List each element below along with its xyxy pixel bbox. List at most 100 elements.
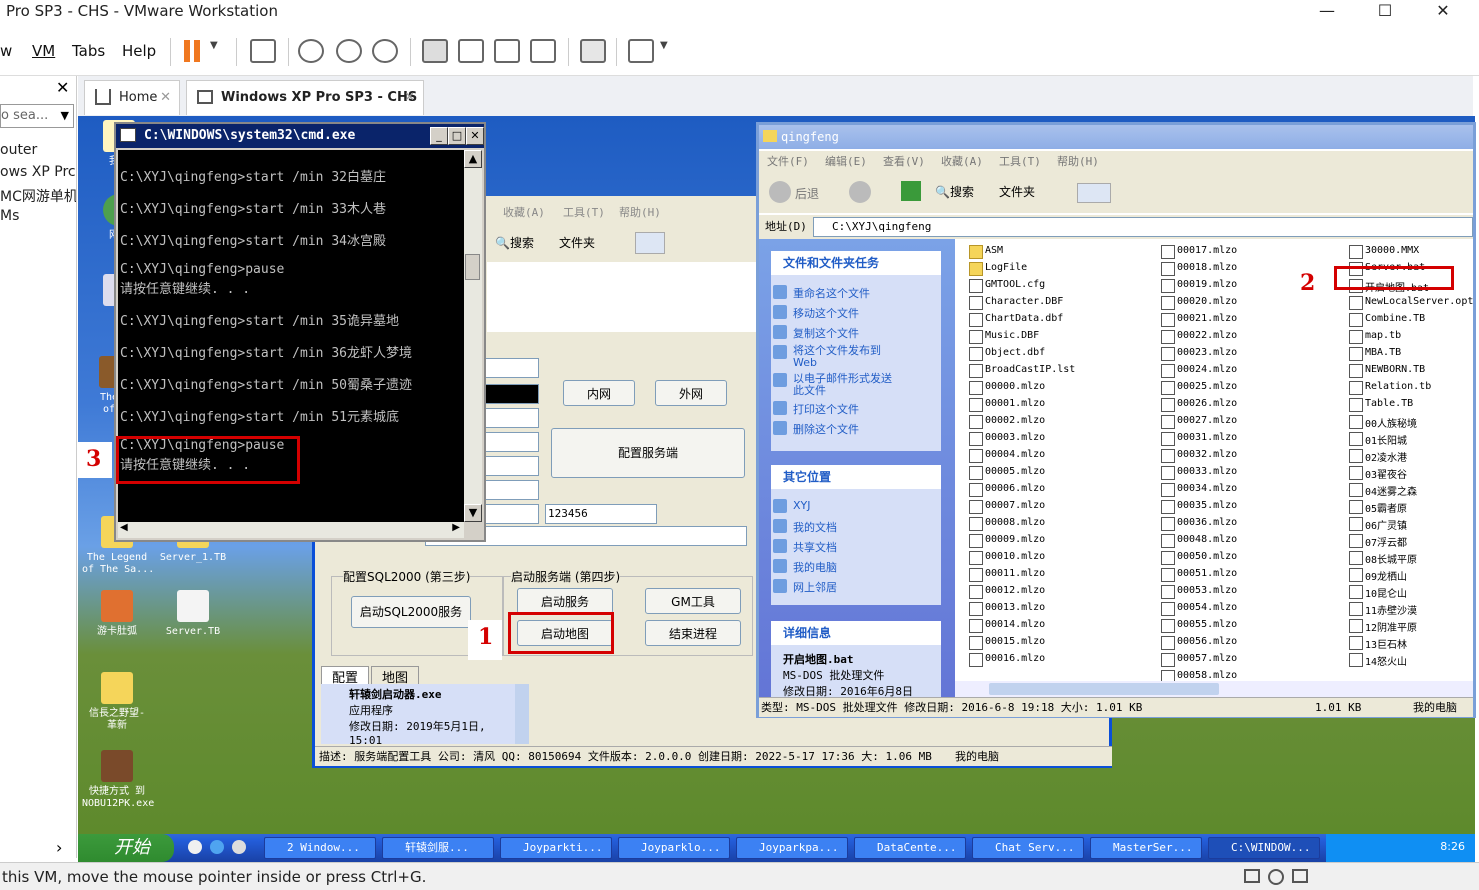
file-item[interactable]: 00023.mlzo — [1161, 347, 1237, 361]
file-item[interactable]: 00022.mlzo — [1161, 330, 1237, 344]
file-item[interactable]: 01长阳城 — [1349, 432, 1407, 447]
file-item[interactable]: Table.TB — [1349, 398, 1413, 412]
library-item-computer[interactable]: outer — [0, 142, 37, 158]
file-item[interactable]: 00006.mlzo — [969, 483, 1045, 497]
desktop-icon-shortcut[interactable]: 快捷方式 到 NOBU12PK.exe — [82, 750, 154, 810]
file-item[interactable]: Character.DBF — [969, 296, 1063, 310]
file-item[interactable]: MBA.TB — [1349, 347, 1401, 361]
field-5[interactable] — [485, 456, 539, 476]
stretch-icon[interactable] — [628, 39, 654, 63]
file-item[interactable]: 00024.mlzo — [1161, 364, 1237, 378]
library-search-input[interactable]: o sea... ▼ — [0, 104, 74, 128]
close-tab-icon[interactable]: ✕ — [404, 81, 415, 115]
task-datacenter[interactable]: DataCente... — [854, 837, 966, 859]
file-item[interactable]: 00025.mlzo — [1161, 381, 1237, 395]
task-joyparkpa[interactable]: Joyparkpa... — [736, 837, 848, 859]
menu-help[interactable]: Help — [122, 42, 156, 60]
menu-view[interactable]: w — [0, 42, 12, 60]
file-item[interactable]: 00004.mlzo — [969, 449, 1045, 463]
file-item[interactable]: 00000.mlzo — [969, 381, 1045, 395]
lan-button[interactable]: 内网 — [563, 380, 635, 406]
file-item[interactable]: 09龙栖山 — [1349, 568, 1407, 583]
task-joyparkti[interactable]: Joyparkti... — [500, 837, 612, 859]
quicklaunch-icon[interactable] — [188, 840, 202, 854]
chevron-down-icon[interactable]: ▼ — [61, 109, 69, 122]
close-tab-icon[interactable]: ✕ — [160, 81, 171, 115]
file-item[interactable]: GMTOOL.cfg — [969, 279, 1045, 293]
file-item[interactable]: 00013.mlzo — [969, 602, 1045, 616]
scroll-thumb[interactable] — [465, 254, 480, 280]
wan-button[interactable]: 外网 — [655, 380, 727, 406]
file-item[interactable]: Object.dbf — [969, 347, 1045, 361]
file-item[interactable]: 06广灵镇 — [1349, 517, 1407, 532]
file-item[interactable]: 00011.mlzo — [969, 568, 1045, 582]
end-process-button[interactable]: 结束进程 — [645, 620, 741, 646]
pause-icon[interactable] — [184, 40, 190, 62]
file-item[interactable]: 08长城平原 — [1349, 551, 1417, 566]
terminal-icon[interactable] — [580, 39, 606, 63]
file-item[interactable]: 00005.mlzo — [969, 466, 1045, 480]
tab-map[interactable]: 地图 — [371, 666, 419, 686]
file-item[interactable]: 00034.mlzo — [1161, 483, 1237, 497]
menu-tools[interactable]: 工具(T) — [999, 151, 1041, 173]
file-item[interactable]: LogFile — [969, 262, 1027, 276]
snapshot-icon[interactable] — [298, 39, 324, 63]
file-item[interactable]: 00050.mlzo — [1161, 551, 1237, 565]
gm-tool-button[interactable]: GM工具 — [645, 588, 741, 614]
file-item[interactable]: 00003.mlzo — [969, 432, 1045, 446]
file-item[interactable]: 00057.mlzo — [1161, 653, 1237, 667]
file-item[interactable]: 00002.mlzo — [969, 415, 1045, 429]
file-item[interactable]: 00009.mlzo — [969, 534, 1045, 548]
task-email[interactable]: 以电子邮件形式发送 此文件 — [771, 373, 892, 397]
task-publish[interactable]: 将这个文件发布到 Web — [771, 345, 881, 369]
desktop-icon[interactable] — [232, 840, 246, 854]
tab-home[interactable]: Home ✕ — [84, 80, 180, 115]
file-item[interactable]: map.tb — [1349, 330, 1401, 344]
file-item[interactable]: 00001.mlzo — [969, 398, 1045, 412]
views-icon[interactable] — [1077, 183, 1111, 203]
views-icon[interactable] — [635, 232, 665, 254]
file-item[interactable]: 00027.mlzo — [1161, 415, 1237, 429]
file-item[interactable]: 00055.mlzo — [1161, 619, 1237, 633]
file-item[interactable]: ChartData.dbf — [969, 313, 1063, 327]
file-item[interactable]: 00018.mlzo — [1161, 262, 1237, 276]
file-item[interactable]: 13巨石林 — [1349, 636, 1407, 651]
chevron-right-icon[interactable]: › — [56, 838, 62, 857]
back-button[interactable]: 后退 — [795, 185, 819, 202]
file-item[interactable]: NEWBORN.TB — [1349, 364, 1425, 378]
password-field[interactable]: 123456 — [545, 504, 657, 524]
file-item[interactable]: Music.DBF — [969, 330, 1039, 344]
cd-icon[interactable] — [1268, 869, 1284, 885]
ip-field-1[interactable] — [485, 358, 539, 378]
console-view-icon[interactable] — [458, 39, 484, 63]
field-4[interactable] — [485, 432, 539, 452]
ie-icon[interactable] — [210, 840, 224, 854]
task-launcher[interactable]: 轩辕剑服... — [382, 837, 494, 859]
file-item[interactable]: 00人族秘境 — [1349, 415, 1417, 430]
file-item[interactable]: 30000.MMX — [1349, 245, 1419, 259]
network-icon[interactable] — [1292, 869, 1308, 883]
file-item[interactable]: 03翟夜谷 — [1349, 466, 1407, 481]
file-item[interactable]: 00021.mlzo — [1161, 313, 1237, 327]
menu-favorites[interactable]: 收藏(A) — [941, 151, 983, 173]
desktop-icon-nobunaga[interactable]: 信長之野望- 革新 — [82, 672, 152, 732]
file-item[interactable]: 00026.mlzo — [1161, 398, 1237, 412]
file-item[interactable]: 00036.mlzo — [1161, 517, 1237, 531]
ip-field-2[interactable] — [485, 384, 539, 404]
folders-button[interactable]: 文件夹 — [999, 183, 1035, 200]
file-item[interactable]: 00010.mlzo — [969, 551, 1045, 565]
file-item[interactable]: 00032.mlzo — [1161, 449, 1237, 463]
menu-view[interactable]: 查看(V) — [883, 151, 925, 173]
config-server-button[interactable]: 配置服务端 — [551, 428, 745, 478]
file-item[interactable]: 00058.mlzo — [1161, 670, 1237, 681]
cmd-hscrollbar[interactable]: ◀ ▶ — [118, 522, 464, 538]
place-network[interactable]: 网上邻居 — [771, 579, 837, 595]
place-mycomputer[interactable]: 我的电脑 — [771, 559, 837, 575]
library-item-winxp[interactable]: ows XP Prc — [0, 164, 76, 180]
field-6[interactable] — [485, 480, 539, 500]
library-view-icon[interactable] — [422, 39, 448, 63]
task-masterserver[interactable]: MasterSer... — [1090, 837, 1202, 859]
unity-icon[interactable] — [530, 39, 556, 63]
file-item[interactable]: 12阴准平原 — [1349, 619, 1417, 634]
file-item[interactable]: ASM — [969, 245, 1003, 259]
